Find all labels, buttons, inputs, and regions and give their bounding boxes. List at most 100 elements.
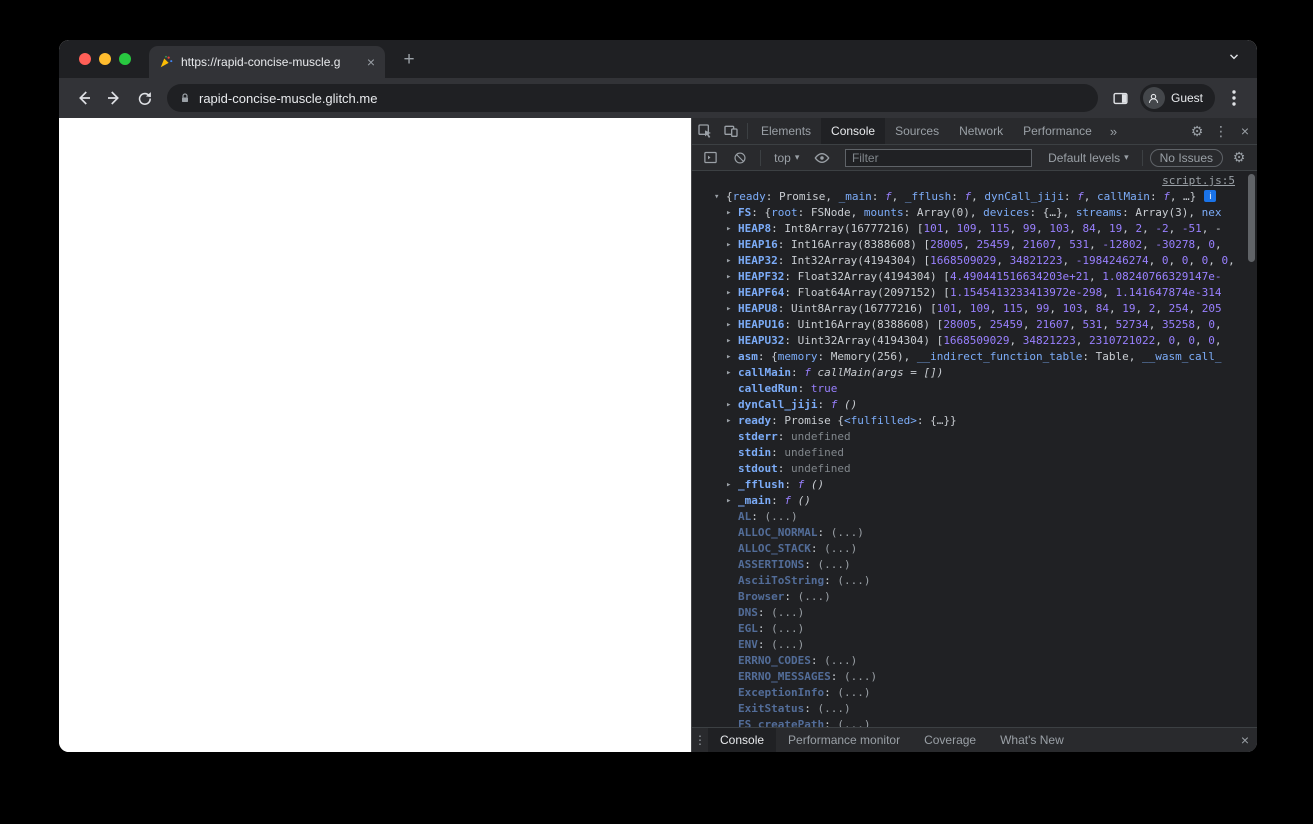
tab-search-chevron-icon[interactable] [1227,49,1241,63]
console-row: ALLOC_NORMAL: (...) [738,526,864,539]
source-link[interactable]: script.js:5 [1162,174,1235,187]
toggle-device-toolbar-icon[interactable] [718,118,744,144]
page-viewport[interactable] [59,118,691,752]
lock-icon[interactable] [179,92,191,105]
console-row: ExceptionInfo: (...) [738,686,871,699]
console-lines: script.js:5 ▾ {ready: Promise, _main: f, _… [692,173,1257,727]
console-row: ▸ dynCall_jiji: f () [726,397,858,413]
console-output: script.js:5 ▾ {ready: Promise, _main: f, _… [692,171,1257,727]
devtools-tab-performance[interactable]: Performance [1013,118,1102,144]
drawer-menu-icon[interactable]: ⋮ [692,733,708,747]
maximize-window-button[interactable] [119,53,131,65]
expand-arrow-icon[interactable]: ▸ [726,205,738,221]
inspect-element-icon[interactable] [692,118,718,144]
tab-close-icon[interactable]: × [367,55,375,69]
drawer-tab-coverage[interactable]: Coverage [912,728,988,752]
console-row: script.js:5 [692,173,1257,189]
console-row: ALLOC_STACK: (...) [738,542,858,555]
console-row: ▸ ready: Promise {<fulfilled>: {…}} [726,413,957,429]
execution-context-selector[interactable]: top ▾ [768,151,805,165]
console-row: stdout: undefined [738,462,851,475]
info-icon: i [1204,190,1217,202]
expand-arrow-icon[interactable]: ▸ [726,333,738,349]
drawer-tab-console[interactable]: Console [708,728,777,752]
new-tab-button[interactable]: + [397,48,421,72]
expand-arrow-icon[interactable]: ▸ [726,253,738,269]
console-row: ASSERTIONS: (...) [738,558,851,571]
browser-window: https://rapid-concise-muscle.g × + rapid… [59,40,1257,752]
devtools-tabbar-right: ⚙ ⋮ × [1185,119,1257,143]
url-text: rapid-concise-muscle.glitch.me [199,90,378,106]
devtools-tab-console[interactable]: Console [821,118,886,144]
expand-arrow-icon[interactable]: ▾ [714,189,726,205]
expand-arrow-icon[interactable]: ▸ [726,269,738,285]
devtools-menu-icon[interactable]: ⋮ [1209,119,1233,143]
console-row: ▸ HEAPF32: Float32Array(4194304) [4.49044… [726,269,1222,285]
browser-toolbar: rapid-concise-muscle.glitch.me Guest [59,78,1257,118]
console-row: EGL: (...) [738,622,805,635]
console-row: AL: (...) [738,510,798,523]
devtools-tab-network[interactable]: Network [949,118,1013,144]
console-row: ▸ HEAPU16: Uint16Array(8388608) [28005, 2… [726,317,1222,333]
console-row: ▸ callMain: f callMain(args = []) [726,365,944,381]
devtools-tab-elements[interactable]: Elements [751,118,821,144]
expand-arrow-icon[interactable]: ▸ [726,221,738,237]
expand-arrow-icon[interactable]: ▸ [726,365,738,381]
minimize-window-button[interactable] [99,53,111,65]
devtools-tab-sources[interactable]: Sources [885,118,949,144]
expand-arrow-icon[interactable]: ▸ [726,477,738,493]
console-row: ▸ _fflush: f () [726,477,825,493]
expand-arrow-icon[interactable]: ▸ [726,285,738,301]
console-toolbar: top ▾ Default levels ▾ No Issues ⚙ [692,145,1257,171]
close-window-button[interactable] [79,53,91,65]
devtools-close-icon[interactable]: × [1233,119,1257,143]
console-row: ERRNO_MESSAGES: (...) [738,670,878,683]
browser-menu-icon[interactable] [1221,85,1247,111]
more-tabs-icon[interactable]: » [1102,124,1125,139]
expand-arrow-icon[interactable]: ▸ [726,413,738,429]
expand-arrow-icon[interactable]: ▸ [726,397,738,413]
side-panel-icon[interactable] [1106,83,1136,113]
drawer-tabs: Console Performance monitor Coverage What's… [708,728,1076,752]
devtools-drawer: ⋮ Console Performance monitor Coverage What… [692,727,1257,752]
expand-arrow-icon[interactable]: ▸ [726,237,738,253]
console-toolbar-right: ⚙ [1227,146,1251,170]
drawer-tab-performance-monitor[interactable]: Performance monitor [776,728,912,752]
log-levels-dropdown[interactable]: Default levels ▾ [1042,151,1135,165]
browser-tab[interactable]: https://rapid-concise-muscle.g × [149,46,385,78]
console-row: stderr: undefined [738,430,851,443]
chevron-down-icon: ▾ [1124,152,1129,162]
devtools-settings-gear-icon[interactable]: ⚙ [1185,119,1209,143]
expand-arrow-icon[interactable]: ▸ [726,493,738,509]
console-row: ▸ asm: {memory: Memory(256), __indirect_f… [726,349,1222,365]
back-button[interactable] [69,83,99,113]
console-sidebar-icon[interactable] [698,145,724,171]
console-row: ▾ {ready: Promise, _main: f, _fflush: f, … [692,189,1257,205]
forward-button[interactable] [99,83,129,113]
console-row: ▸ _main: f () [726,493,811,509]
party-popper-favicon-icon [159,55,173,69]
console-settings-gear-icon[interactable]: ⚙ [1227,146,1251,170]
clear-console-icon[interactable] [728,145,754,171]
profile-chip[interactable]: Guest [1139,84,1215,112]
devtools-tabbar-tabs: Elements Console Sources Network Performance [751,118,1102,144]
tab-strip: https://rapid-concise-muscle.g × + [59,40,1257,78]
reload-button[interactable] [129,83,159,113]
drawer-close-icon[interactable]: × [1233,728,1257,752]
address-bar[interactable]: rapid-concise-muscle.glitch.me [167,84,1098,112]
window-content: Elements Console Sources Network Performance… [59,118,1257,752]
traffic-lights [79,53,131,65]
chevron-down-icon: ▾ [794,152,800,162]
console-filter-input[interactable] [844,148,1033,167]
issues-counter[interactable]: No Issues [1149,148,1223,167]
live-expression-eye-icon[interactable] [809,145,835,171]
console-row: ENV: (...) [738,638,805,651]
console-row: DNS: (...) [738,606,805,619]
console-row: FS_createPath: (...) [738,718,871,727]
expand-arrow-icon[interactable]: ▸ [726,349,738,365]
drawer-tab-what-s-new[interactable]: What's New [988,728,1076,752]
console-scrollbar[interactable] [1248,174,1255,262]
expand-arrow-icon[interactable]: ▸ [726,301,738,317]
expand-arrow-icon[interactable]: ▸ [726,317,738,333]
console-row: stdin: undefined [738,446,844,459]
